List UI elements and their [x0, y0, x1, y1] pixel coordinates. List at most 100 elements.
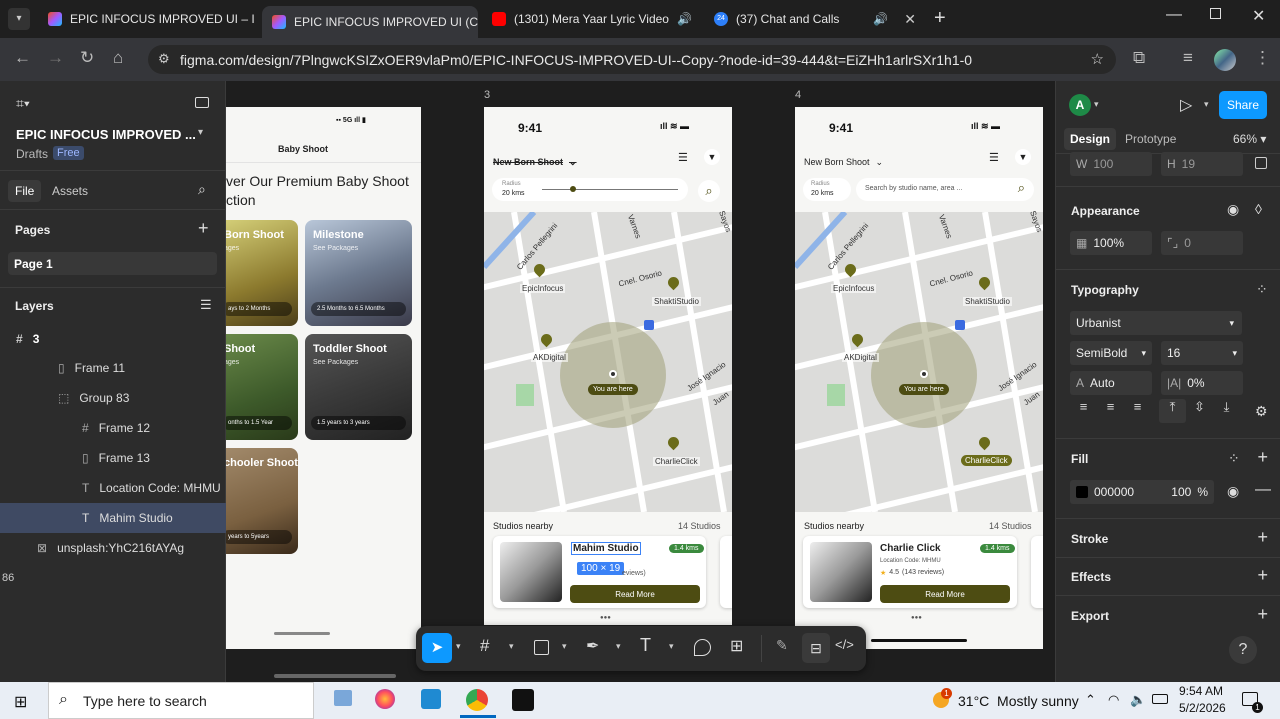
new-tab-button[interactable]: + [934, 7, 946, 30]
fill-swatch[interactable] [1076, 486, 1088, 498]
browser-menu-icon[interactable]: ⋮ [1254, 48, 1271, 68]
zoom-level[interactable]: 66% ▾ [1233, 132, 1266, 146]
tab-4-close-icon[interactable]: ✕ [904, 11, 916, 28]
vscode-icon[interactable] [421, 689, 441, 709]
chevron-down-icon[interactable]: ▾ [456, 641, 461, 652]
category-dropdown[interactable]: New Born Shoot ⌄ [804, 157, 883, 168]
filter-icon[interactable]: ▼ [1015, 149, 1031, 165]
forward-icon[interactable]: → [47, 48, 64, 68]
task-view-icon[interactable] [334, 690, 352, 706]
layer-location-code[interactable]: T Location Code: MHMU [0, 473, 226, 503]
chevron-down-icon[interactable]: ▾ [562, 641, 567, 652]
width-field[interactable]: W 100 [1070, 152, 1152, 176]
frame-3-map-screen[interactable]: 9:41 ıll ≋ ▬ New Born Shoot ⌄ ☰ ▼ Radius … [484, 107, 732, 625]
studio-card[interactable]: Charlie Click 1.4 kms Location Code: MHM… [803, 536, 1017, 608]
chevron-down-icon[interactable]: ▾ [1094, 99, 1099, 110]
map-view[interactable]: You are here EpicInfocus ShaktiStudio AK… [484, 210, 732, 512]
windows-start-icon[interactable]: ⊞ [14, 692, 27, 712]
minimize-button[interactable]: — [1166, 6, 1182, 24]
studio-card-peek[interactable] [1031, 536, 1043, 608]
battery-icon[interactable] [1152, 694, 1168, 704]
present-play-icon[interactable]: ▷ [1180, 95, 1192, 115]
clock-date[interactable]: 5/2/2026 [1179, 701, 1226, 715]
studio-card-peek[interactable] [720, 536, 732, 608]
browser-tab-4[interactable]: 24 (37) Chat and Calls 🔊 ✕ [704, 4, 926, 34]
add-fill-icon[interactable]: + [1257, 447, 1268, 468]
design-mode-icon[interactable]: ⊟ [802, 633, 830, 663]
maximize-button[interactable] [1210, 8, 1221, 19]
user-avatar[interactable]: A [1069, 94, 1091, 116]
fill-color-field[interactable]: 000000 100 % [1070, 480, 1214, 504]
chevron-down-icon[interactable]: ▾ [669, 641, 674, 652]
text-tool-icon[interactable]: T [640, 635, 651, 656]
layer-frame-13[interactable]: ▯ Frame 13 [0, 443, 226, 473]
eye-icon[interactable]: ◉ [1227, 201, 1239, 218]
letter-spacing-field[interactable]: |A| 0% [1161, 371, 1243, 395]
package-card-milestone[interactable]: Milestone See Packages 2.5 Months to 6.5… [305, 220, 412, 326]
align-center-icon[interactable]: ≡ [1097, 399, 1124, 423]
browser-tab-1[interactable]: EPIC INFOCUS IMPROVED UI – I ✕ [38, 4, 258, 34]
align-right-icon[interactable]: ≡ [1124, 399, 1151, 423]
studio-card[interactable]: Mahim Studio 1.4 kms 100 × 19 eviews) Re… [493, 536, 706, 608]
align-bottom-icon[interactable]: ⤓ [1213, 399, 1240, 423]
code-app-icon[interactable] [512, 689, 534, 711]
opacity-field[interactable]: ▦ 100% [1070, 231, 1152, 255]
resize-to-fit-icon[interactable] [1255, 157, 1267, 169]
category-dropdown[interactable]: New Born Shoot ⌄ [493, 157, 577, 168]
line-height-field[interactable]: A Auto [1070, 371, 1152, 395]
align-left-icon[interactable]: ≡ [1070, 399, 1097, 423]
tab-design[interactable]: Design [1064, 128, 1117, 150]
studio-search-input[interactable]: Search by studio name, area ... ⌕ [856, 178, 1034, 201]
site-info-icon[interactable]: ⚙ [158, 51, 170, 67]
styles-icon[interactable]: ⁘ [1228, 450, 1240, 467]
back-icon[interactable]: ← [14, 48, 31, 68]
layers-options-icon[interactable]: ☰ [200, 297, 212, 313]
slider-thumb[interactable] [570, 186, 576, 192]
home-icon[interactable]: ⌂ [113, 48, 123, 68]
list-view-icon[interactable]: ☰ [989, 151, 999, 164]
corner-radius-field[interactable]: ⌜⌟ 0 [1161, 231, 1243, 255]
search-icon[interactable]: ⌕ [198, 181, 206, 198]
radius-box[interactable]: Radius 20 kms [803, 178, 851, 201]
browser-tab-3[interactable]: (1301) Mera Yaar Lyric Video 🔊 ✕ [482, 4, 700, 34]
taskbar-search-box[interactable]: ⌕ Type here to search [48, 682, 314, 719]
text-settings-icon[interactable]: ⚙ [1255, 403, 1268, 420]
tab-prototype[interactable]: Prototype [1125, 132, 1176, 146]
firefox-icon[interactable] [375, 689, 395, 709]
eye-icon[interactable]: ◉ [1227, 483, 1239, 500]
media-control-icon[interactable]: ≡ [1183, 48, 1193, 68]
page-item-1[interactable]: Page 1 [8, 252, 217, 275]
tab-search-button[interactable]: ▾ [8, 8, 30, 30]
filter-icon[interactable]: ▼ [704, 149, 720, 165]
layer-unsplash-image[interactable]: ⊠ unsplash:YhC216tAYAg [0, 533, 226, 563]
font-family-select[interactable]: Urbanist ▾ [1070, 311, 1242, 335]
clock-time[interactable]: 9:54 AM [1179, 684, 1223, 698]
horizontal-scrollbar[interactable] [274, 674, 396, 678]
frame-baby-shoot[interactable]: ▪▪ 5G ıll ▮ Baby Shoot ver Our Premium B… [226, 107, 421, 649]
draw-mode-icon[interactable]: ✎ [776, 637, 788, 654]
tab-assets[interactable]: Assets [52, 184, 88, 198]
studios-count[interactable]: 14 Studios [678, 521, 721, 531]
share-button[interactable]: Share [1219, 91, 1267, 119]
map-view[interactable]: You are here EpicInfocus ShaktiStudio AK… [795, 210, 1043, 512]
close-window-button[interactable]: ✕ [1252, 6, 1265, 26]
rectangle-tool-icon[interactable] [534, 640, 549, 655]
package-card-infant[interactable]: Shoot ages onths to 1.5 Year [226, 334, 298, 440]
layer-frame-11[interactable]: ▯ Frame 11 [0, 353, 226, 383]
studios-count[interactable]: 14 Studios [989, 521, 1032, 531]
package-card-newborn[interactable]: Born Shoot ages ays to 2 Months [226, 220, 298, 326]
search-icon[interactable]: ⌕ [698, 180, 720, 202]
layer-frame-3[interactable]: #3 [0, 324, 226, 354]
pen-tool-icon[interactable]: ✒ [586, 636, 599, 656]
radius-slider-box[interactable]: Radius 20 kms [492, 178, 688, 201]
layer-frame-12[interactable]: # Frame 12 [0, 413, 226, 443]
figma-canvas[interactable]: ▪▪ 5G ıll ▮ Baby Shoot ver Our Premium B… [226, 81, 1055, 682]
remove-fill-icon[interactable]: — [1255, 481, 1271, 499]
dev-mode-icon[interactable]: </> [835, 637, 854, 652]
add-effect-icon[interactable]: + [1257, 565, 1268, 586]
weather-text[interactable]: 31°C Mostly sunny [958, 693, 1079, 709]
move-tool-button[interactable]: ➤ [422, 633, 452, 663]
browser-tab-2[interactable]: EPIC INFOCUS IMPROVED UI (C ✕ [262, 6, 478, 38]
help-button[interactable]: ? [1229, 636, 1257, 664]
list-view-icon[interactable]: ☰ [678, 151, 688, 164]
